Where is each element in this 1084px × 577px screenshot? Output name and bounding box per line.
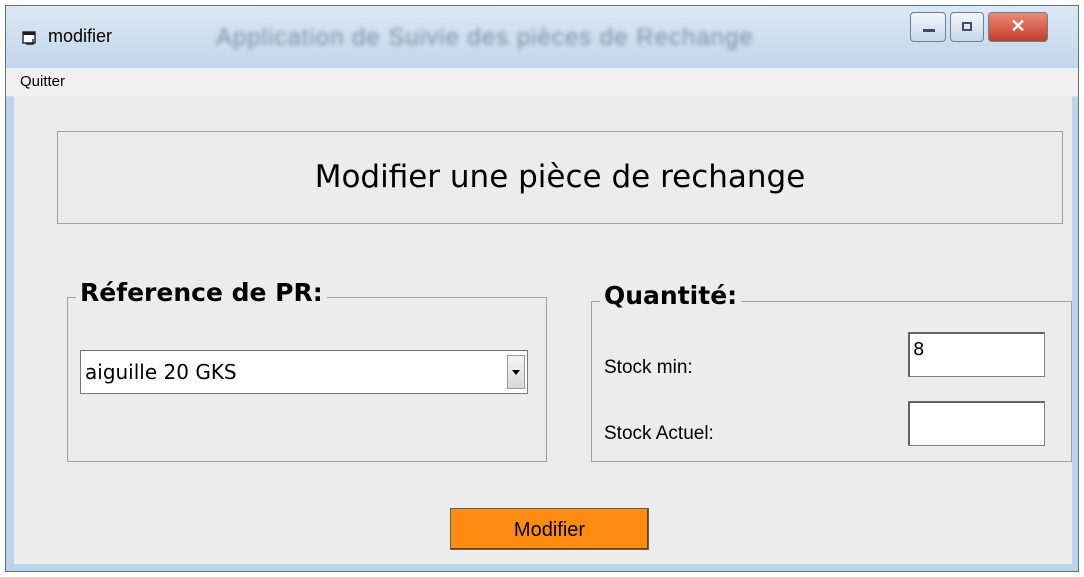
- maximize-button[interactable]: [950, 12, 984, 42]
- minimize-icon: [923, 29, 935, 32]
- header-frame: Modifier une pièce de rechange: [57, 131, 1063, 224]
- chevron-down-icon: [512, 370, 520, 375]
- window-title: modifier: [48, 26, 113, 46]
- dropdown-button[interactable]: [507, 355, 525, 389]
- form-title: Modifier une pièce de rechange: [314, 159, 806, 195]
- reference-combobox[interactable]: aiguille 20 GKS: [80, 350, 528, 394]
- close-button[interactable]: ✕: [988, 12, 1048, 42]
- stock-min-field[interactable]: 8: [908, 332, 1045, 377]
- stock-actual-field[interactable]: [908, 401, 1045, 446]
- stock-min-label: Stock min:: [604, 357, 693, 378]
- stock-actual-label: Stock Actuel:: [604, 423, 714, 444]
- maximize-icon: [962, 22, 972, 31]
- reference-selected-value: aiguille 20 GKS: [85, 360, 237, 384]
- reference-groupbox: Réference de PR: aiguille 20 GKS: [67, 278, 547, 462]
- reference-group-title: Réference de PR:: [76, 278, 327, 307]
- quantity-group-title: Quantité:: [600, 281, 742, 310]
- modifier-button[interactable]: Modifier: [450, 508, 649, 550]
- window-icon: [22, 31, 36, 45]
- menu-bar: Quitter: [6, 68, 1078, 97]
- modifier-button-label: Modifier: [513, 519, 586, 541]
- quantity-groupbox: Quantité: Stock min: 8 Stock Actuel:: [591, 281, 1072, 462]
- title-bar[interactable]: modifier Application de Suivie des pièce…: [6, 6, 1078, 68]
- form-client-area: Modifier une pièce de rechange Réference…: [14, 96, 1072, 564]
- stock-min-value: 8: [913, 339, 925, 360]
- close-icon: ✕: [1010, 16, 1026, 36]
- app-window: modifier Application de Suivie des pièce…: [5, 5, 1079, 572]
- minimize-button[interactable]: [910, 12, 946, 42]
- menu-quitter[interactable]: Quitter: [20, 73, 65, 90]
- background-window-title: Application de Suivie des pièces de Rech…: [216, 24, 754, 51]
